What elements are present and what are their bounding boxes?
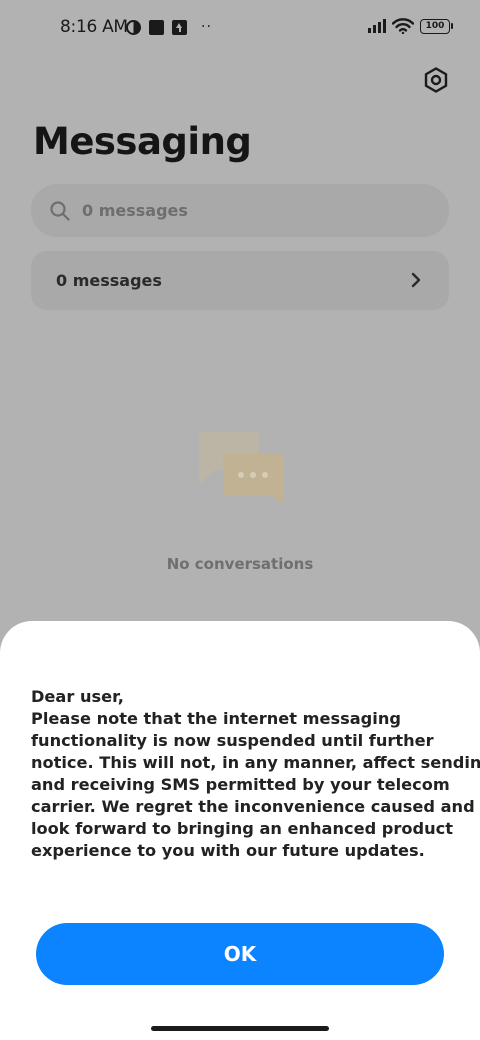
home-indicator[interactable] — [151, 1026, 329, 1031]
empty-state-text: No conversations — [166, 555, 314, 573]
search-input[interactable]: 0 messages — [82, 201, 188, 220]
search-bar[interactable]: 0 messages — [31, 184, 449, 237]
signal-icon — [368, 19, 386, 33]
notification-square-icon — [149, 19, 164, 35]
dialog-line: experience to you with our future update… — [31, 841, 425, 860]
dialog-line: and receiving SMS permitted by your tele… — [31, 775, 450, 794]
status-notification-icons: ·· — [126, 18, 212, 36]
dialog-line: carrier. We regret the inconvenience cau… — [31, 797, 475, 816]
chevron-right-icon — [411, 272, 421, 288]
dialog-line: notice. This will not, in any manner, af… — [31, 753, 480, 772]
dialog-line: Please note that the internet messaging — [31, 709, 401, 728]
dialog-message: Dear user, Please note that the internet… — [31, 686, 480, 862]
page-title: Messaging — [33, 120, 252, 163]
status-time: 8:16 AM — [60, 17, 128, 37]
messages-row-label: 0 messages — [56, 271, 162, 290]
search-icon — [50, 201, 70, 221]
dialog-line: Dear user, — [31, 687, 124, 706]
gear-icon — [424, 67, 448, 93]
dialog-line: functionality is now suspended until fur… — [31, 731, 434, 750]
status-system-icons: 100 — [368, 18, 453, 34]
dialog-line: look forward to bringing an enhanced pro… — [31, 819, 453, 838]
ok-button[interactable]: OK — [36, 923, 444, 985]
more-notifications-icon: ·· — [201, 19, 212, 35]
battery-icon: 100 — [420, 18, 453, 34]
settings-button[interactable] — [422, 66, 450, 94]
chat-bubbles-icon — [199, 432, 284, 504]
status-bar: 8:16 AM ·· 100 — [0, 0, 480, 56]
upload-icon — [172, 19, 187, 35]
wifi-icon — [392, 18, 414, 34]
notice-dialog: Dear user, Please note that the internet… — [0, 621, 480, 1040]
messages-row[interactable]: 0 messages — [31, 251, 449, 310]
data-saver-icon — [126, 19, 141, 35]
